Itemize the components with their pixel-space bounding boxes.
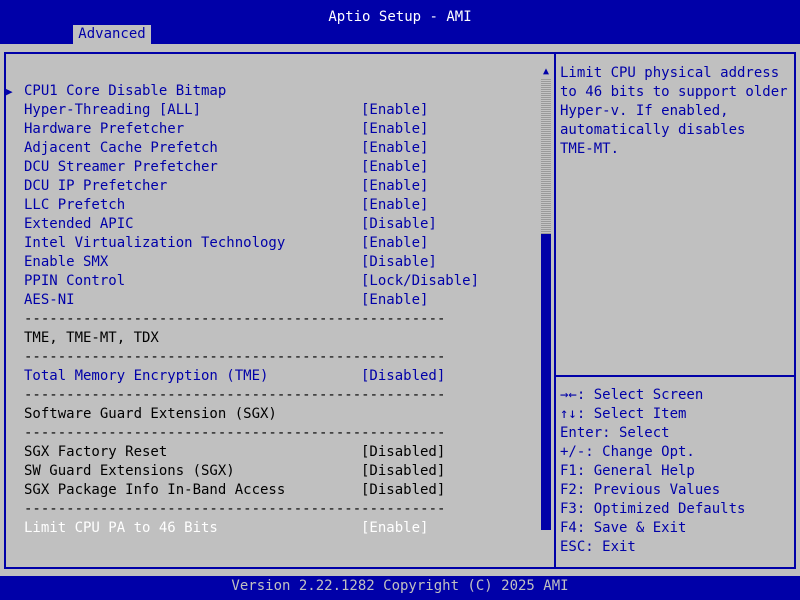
frame-border-bottom <box>4 567 796 569</box>
setting-value: [Enable] <box>361 140 429 156</box>
setting-label: Enable SMX <box>24 254 109 270</box>
setting-enable-smx[interactable]: Enable SMX [Disable] <box>24 253 437 272</box>
key-help-esc: ESC: Exit <box>560 539 636 555</box>
scrollbar-thumb[interactable] <box>541 234 551 530</box>
frame-border-left <box>4 52 6 569</box>
frame-border-top <box>4 52 796 54</box>
setting-value: [Enable] <box>361 178 429 194</box>
key-help-f4: F4: Save & Exit <box>560 520 687 536</box>
setting-value: [Enable] <box>361 292 429 308</box>
setting-label: PPIN Control <box>24 273 126 289</box>
setting-llc-prefetch[interactable]: LLC Prefetch [Enable] <box>24 196 428 215</box>
setting-label: DCU Streamer Prefetcher <box>24 159 218 175</box>
setting-value: [Enable] <box>361 121 429 137</box>
key-help-panel: →←: Select Screen ↑↓: Select Item Enter:… <box>560 386 790 557</box>
setting-value: [Lock/Disable] <box>361 273 480 289</box>
tab-advanced[interactable]: Advanced <box>73 25 151 44</box>
panel-divider <box>554 52 556 569</box>
setting-label: Total Memory Encryption (TME) <box>24 368 269 384</box>
setting-label: Adjacent Cache Prefetch <box>24 140 218 156</box>
help-line: to 46 bits to support older <box>560 84 788 100</box>
setting-hardware-prefetcher[interactable]: Hardware Prefetcher [Enable] <box>24 120 428 139</box>
setting-extended-apic[interactable]: Extended APIC [Disable] <box>24 215 437 234</box>
setting-label: Extended APIC <box>24 216 134 232</box>
setting-value: [Enable] <box>361 520 429 536</box>
version-text: Version 2.22.1282 Copyright (C) 2025 AMI <box>231 578 569 594</box>
setting-intel-virtualization[interactable]: Intel Virtualization Technology [Enable] <box>24 234 428 253</box>
separator-line: ----------------------------------------… <box>24 349 446 365</box>
setting-label: AES-NI <box>24 292 75 308</box>
separator-line: ----------------------------------------… <box>24 425 446 441</box>
separator-line: ----------------------------------------… <box>24 311 446 327</box>
key-help-f3: F3: Optimized Defaults <box>560 501 746 517</box>
key-help-f2: F2: Previous Values <box>560 482 721 498</box>
setting-limit-cpu-pa-selected[interactable]: Limit CPU PA to 46 Bits [Enable] <box>24 519 428 538</box>
setting-dcu-ip-prefetcher[interactable]: DCU IP Prefetcher [Enable] <box>24 177 428 196</box>
setting-label: LLC Prefetch <box>24 197 126 213</box>
setting-sw-guard-extensions: SW Guard Extensions (SGX) [Disabled] <box>24 462 445 481</box>
separator-line: ----------------------------------------… <box>24 501 446 517</box>
setting-label: Hyper-Threading [ALL] <box>24 102 202 118</box>
setting-value: [Disabled] <box>361 463 446 479</box>
setting-label: Hardware Prefetcher <box>24 121 185 137</box>
setting-aes-ni[interactable]: AES-NI [Enable] <box>24 291 428 310</box>
setting-label: SGX Package Info In-Band Access <box>24 482 286 498</box>
setting-value: [Enable] <box>361 159 429 175</box>
scroll-down-arrow-icon[interactable]: ▼ <box>541 521 551 531</box>
setting-value: [Enable] <box>361 235 429 251</box>
help-divider <box>556 375 794 377</box>
help-line: automatically disables <box>560 122 746 138</box>
setting-label: SGX Factory Reset <box>24 444 168 460</box>
app-title: Aptio Setup - AMI <box>328 9 472 25</box>
help-line: Limit CPU physical address <box>560 65 780 81</box>
item-help-panel: Limit CPU physical address to 46 bits to… <box>560 64 790 159</box>
key-help-select-item: ↑↓: Select Item <box>560 406 687 422</box>
help-line: Hyper-v. If enabled, <box>560 103 729 119</box>
scroll-up-arrow-icon[interactable]: ▲ <box>541 67 551 77</box>
section-heading-tme: TME, TME-MT, TDX <box>24 330 159 346</box>
setting-label: Limit CPU PA to 46 Bits <box>24 520 218 536</box>
setting-value: [Enable] <box>361 102 429 118</box>
setting-adjacent-cache-prefetch[interactable]: Adjacent Cache Prefetch [Enable] <box>24 139 428 158</box>
setting-hyper-threading[interactable]: Hyper-Threading [ALL] [Enable] <box>24 101 428 120</box>
key-help-select-screen: →←: Select Screen <box>560 387 704 403</box>
setting-sgx-package-info: SGX Package Info In-Band Access [Disable… <box>24 481 445 500</box>
key-help-enter: Enter: Select <box>560 425 670 441</box>
key-help-change-opt: +/-: Change Opt. <box>560 444 695 460</box>
setting-value: [Disabled] <box>361 482 446 498</box>
setting-label: DCU IP Prefetcher <box>24 178 168 194</box>
setting-value: [Disabled] <box>361 444 446 460</box>
setting-ppin-control[interactable]: PPIN Control [Lock/Disable] <box>24 272 479 291</box>
submenu-cpu1-core-disable-bitmap[interactable]: CPU1 Core Disable Bitmap <box>24 82 226 101</box>
setting-sgx-factory-reset: SGX Factory Reset [Disabled] <box>24 443 445 462</box>
setting-value: [Disable] <box>361 216 437 232</box>
setting-value: [Disable] <box>361 254 437 270</box>
setting-value: [Disabled] <box>361 368 446 384</box>
setting-label: Intel Virtualization Technology <box>24 235 286 251</box>
help-line: TME-MT. <box>560 141 620 157</box>
setting-dcu-streamer-prefetcher[interactable]: DCU Streamer Prefetcher [Enable] <box>24 158 428 177</box>
separator-line: ----------------------------------------… <box>24 387 446 403</box>
frame-border-right <box>794 52 796 569</box>
setting-value: [Enable] <box>361 197 429 213</box>
setting-label: SW Guard Extensions (SGX) <box>24 463 235 479</box>
triangle-right-icon: ▶ <box>6 85 13 98</box>
main-panel: ▶ CPU1 Core Disable Bitmap Hyper-Threadi… <box>0 44 800 576</box>
submenu-label: CPU1 Core Disable Bitmap <box>24 83 227 99</box>
setting-total-memory-encryption[interactable]: Total Memory Encryption (TME) [Disabled] <box>24 367 445 386</box>
section-heading-sgx: Software Guard Extension (SGX) <box>24 406 277 422</box>
key-help-f1: F1: General Help <box>560 463 695 479</box>
